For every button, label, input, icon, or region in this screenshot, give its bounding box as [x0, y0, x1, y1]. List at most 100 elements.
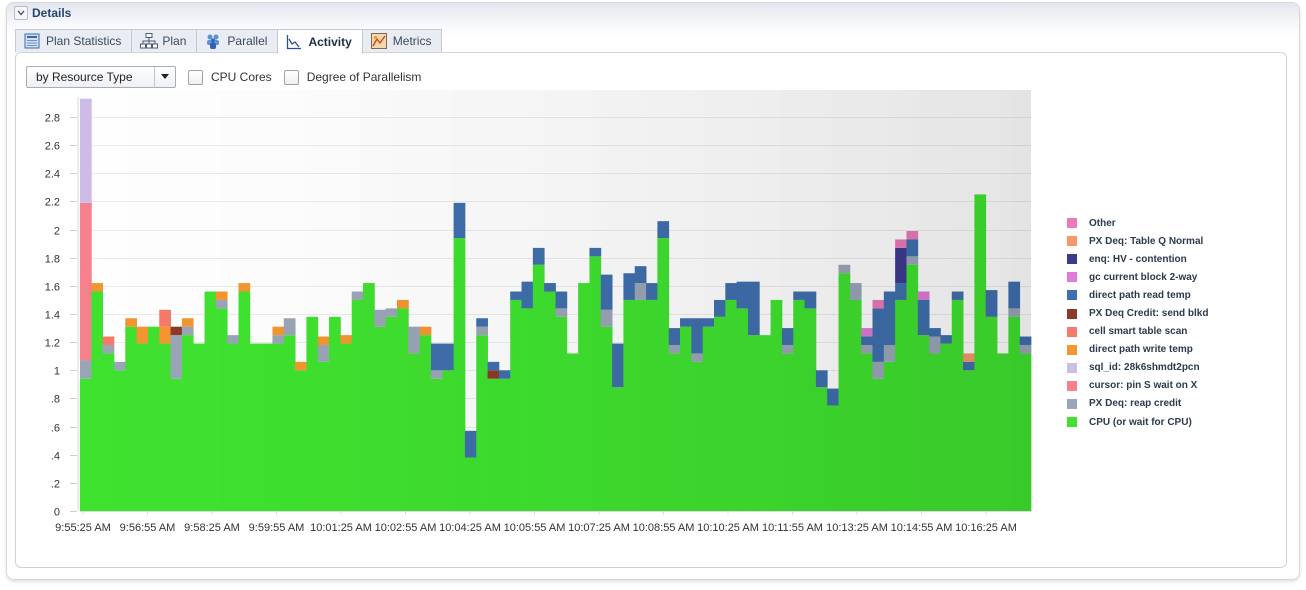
bar-segment-direct-path-read-temp[interactable]	[883, 291, 896, 345]
bar-segment-cpu-or-wait-for-cpu[interactable]	[317, 361, 330, 511]
bar-segment-direct-path-read-temp[interactable]	[985, 290, 998, 317]
bar-segment-cpu-or-wait-for-cpu[interactable]	[476, 335, 488, 512]
bar-segment-cpu-or-wait-for-cpu[interactable]	[861, 353, 873, 511]
bar-stack[interactable]	[623, 273, 636, 511]
bar-stack[interactable]	[487, 361, 500, 511]
bar-segment-cpu-or-wait-for-cpu[interactable]	[646, 299, 658, 511]
bar-stack[interactable]	[861, 328, 873, 511]
bar-segment-direct-path-read-temp[interactable]	[736, 281, 749, 309]
bar-segment-px-deq-reap-credit[interactable]	[691, 353, 704, 362]
bar-stack[interactable]	[340, 335, 353, 511]
bar-segment-cpu-or-wait-for-cpu[interactable]	[385, 316, 398, 511]
bar-stack[interactable]	[181, 318, 194, 512]
bar-stack[interactable]	[453, 202, 466, 512]
bar-segment-direct-path-read-temp[interactable]	[646, 283, 658, 300]
bar-segment-sql-id-28k6shmdt2pcn[interactable]	[80, 98, 92, 203]
bar-segment-px-deq-reap-credit[interactable]	[113, 361, 126, 371]
bar-segment-cpu-or-wait-for-cpu[interactable]	[91, 291, 104, 511]
bar-segment-cpu-or-wait-for-cpu[interactable]	[329, 316, 341, 511]
bar-segment-cpu-or-wait-for-cpu[interactable]	[351, 299, 364, 511]
bar-stack[interactable]	[204, 291, 217, 511]
bar-segment-px-deq-credit-send-blkd[interactable]	[170, 326, 183, 336]
bar-segment-cpu-or-wait-for-cpu[interactable]	[238, 291, 251, 511]
bar-segment-px-deq-reap-credit[interactable]	[849, 283, 862, 300]
legend-item[interactable]: direct path read temp	[1067, 286, 1208, 304]
bar-segment-px-deq-reap-credit[interactable]	[181, 326, 194, 336]
bar-stack[interactable]	[295, 361, 307, 511]
bar-segment-px-deq-reap-credit[interactable]	[861, 344, 873, 354]
bar-segment-direct-path-read-temp[interactable]	[747, 281, 760, 336]
bar-stack[interactable]	[578, 283, 590, 511]
bar-segment-direct-path-read-temp[interactable]	[781, 328, 794, 345]
legend-item[interactable]: Other	[1067, 214, 1208, 232]
bar-segment-direct-path-read-temp[interactable]	[1008, 281, 1021, 309]
bar-segment-cpu-or-wait-for-cpu[interactable]	[521, 308, 534, 511]
bar-segment-cpu-or-wait-for-cpu[interactable]	[589, 256, 602, 511]
bar-segment-direct-path-read-temp[interactable]	[668, 328, 681, 345]
bar-segment-cpu-or-wait-for-cpu[interactable]	[295, 370, 307, 511]
bar-segment-direct-path-read-temp[interactable]	[453, 202, 466, 239]
bar-segment-cpu-or-wait-for-cpu[interactable]	[849, 299, 862, 511]
bar-segment-cpu-or-wait-for-cpu[interactable]	[464, 457, 477, 511]
bar-stack[interactable]	[929, 328, 941, 511]
bar-segment-direct-path-read-temp[interactable]	[872, 308, 885, 362]
bar-segment-cpu-or-wait-for-cpu[interactable]	[498, 378, 511, 511]
bar-stack[interactable]	[793, 291, 805, 511]
bar-stack[interactable]	[363, 283, 375, 511]
bar-segment-direct-path-read-temp[interactable]	[600, 274, 613, 310]
bar-stack[interactable]	[125, 318, 138, 511]
bar-stack[interactable]	[815, 370, 828, 511]
bar-segment-px-deq-reap-credit[interactable]	[1019, 344, 1032, 354]
bar-segment-cpu-or-wait-for-cpu[interactable]	[170, 378, 183, 511]
bar-segment-cpu-or-wait-for-cpu[interactable]	[181, 335, 194, 512]
bar-stack[interactable]	[906, 231, 919, 511]
bar-segment-cpu-or-wait-for-cpu[interactable]	[442, 370, 455, 511]
bar-segment-direct-path-read-temp[interactable]	[544, 283, 556, 292]
bar-segment-cpu-or-wait-for-cpu[interactable]	[430, 378, 443, 511]
bar-segment-direct-path-read-temp[interactable]	[532, 247, 545, 265]
bar-segment-direct-path-read-temp[interactable]	[487, 361, 500, 371]
bar-segment-cpu-or-wait-for-cpu[interactable]	[510, 299, 522, 511]
bar-stack[interactable]	[159, 309, 171, 511]
bar-segment-px-deq-reap-credit[interactable]	[227, 335, 239, 344]
bar-stack[interactable]	[668, 328, 681, 511]
bar-segment-cpu-or-wait-for-cpu[interactable]	[725, 299, 738, 511]
bar-segment-direct-path-read-temp[interactable]	[815, 370, 828, 388]
bar-stack[interactable]	[193, 343, 205, 511]
bar-stack[interactable]	[498, 370, 511, 511]
bar-segment-cpu-or-wait-for-cpu[interactable]	[680, 326, 692, 511]
bar-stack[interactable]	[532, 247, 545, 511]
bar-segment-direct-path-read-temp[interactable]	[929, 328, 941, 337]
bar-stack[interactable]	[306, 316, 319, 511]
bar-stack[interactable]	[872, 299, 885, 511]
bar-segment-cpu-or-wait-for-cpu[interactable]	[419, 335, 432, 512]
bar-segment-cpu-or-wait-for-cpu[interactable]	[668, 353, 681, 511]
bar-segment-cpu-or-wait-for-cpu[interactable]	[985, 316, 998, 511]
bar-segment-direct-path-read-temp[interactable]	[498, 370, 511, 379]
bar-segment-cpu-or-wait-for-cpu[interactable]	[702, 326, 715, 511]
bar-segment-cpu-or-wait-for-cpu[interactable]	[895, 299, 907, 511]
bar-stack[interactable]	[566, 353, 579, 511]
bar-segment-cpu-or-wait-for-cpu[interactable]	[793, 299, 805, 511]
bar-stack[interactable]	[997, 353, 1009, 511]
bar-stack[interactable]	[317, 336, 330, 511]
bar-segment-cpu-or-wait-for-cpu[interactable]	[125, 326, 138, 511]
bar-segment-cpu-or-wait-for-cpu[interactable]	[691, 361, 704, 511]
bar-segment-direct-path-read-temp[interactable]	[476, 318, 488, 327]
bar-stack[interactable]	[759, 335, 772, 512]
bar-segment-direct-path-read-temp[interactable]	[555, 291, 568, 309]
legend-item[interactable]: gc current block 2-way	[1067, 268, 1208, 286]
bar-segment-px-deq-reap-credit[interactable]	[838, 264, 851, 274]
bar-segment-px-deq-reap-credit[interactable]	[883, 344, 896, 362]
bar-segment-direct-path-read-temp[interactable]	[464, 430, 477, 458]
legend-item[interactable]: PX Deq: reap credit	[1067, 395, 1208, 413]
legend-item[interactable]: sql_id: 28k6shmdt2pcn	[1067, 359, 1208, 377]
bar-segment-px-deq-reap-credit[interactable]	[80, 360, 92, 379]
bar-segment-direct-path-write-temp[interactable]	[136, 326, 149, 344]
bar-stack[interactable]	[736, 281, 749, 511]
bar-stack[interactable]	[249, 343, 262, 511]
bar-segment-px-deq-reap-credit[interactable]	[170, 335, 183, 379]
bar-segment-cpu-or-wait-for-cpu[interactable]	[872, 378, 885, 511]
bar-stack[interactable]	[691, 318, 704, 511]
bar-segment-px-deq-reap-credit[interactable]	[668, 344, 681, 354]
